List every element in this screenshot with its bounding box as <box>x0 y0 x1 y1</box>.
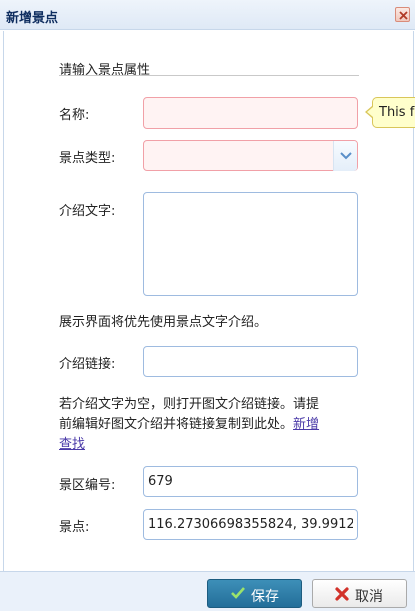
area-input-value: 679 <box>148 474 173 489</box>
type-select-dropdown-button[interactable] <box>333 141 357 171</box>
dialog-title: 新增景点 <box>6 11 59 26</box>
name-label: 名称: <box>59 108 90 123</box>
area-input[interactable]: 679 <box>143 466 358 497</box>
find-link[interactable]: 查找 <box>59 437 85 452</box>
cancel-button[interactable]: 取消 <box>312 579 407 608</box>
desc-note: 展示界面将优先使用景点文字介绍。 <box>59 315 268 330</box>
validation-tooltip: This f <box>372 97 415 128</box>
link-input[interactable] <box>143 346 358 377</box>
check-icon <box>231 587 245 599</box>
area-label: 景区编号: <box>59 478 116 493</box>
link-label: 介绍链接: <box>59 357 116 372</box>
link-note-line2-row: 前编辑好图文介绍并将链接复制到此处。新增 <box>59 415 369 435</box>
dialog-titlebar: 新增景点 <box>0 0 415 30</box>
tooltip-text: This f <box>379 105 415 120</box>
point-input-value: 116.27306698355824, 39.9912 <box>148 517 353 532</box>
save-button[interactable]: 保存 <box>207 579 302 608</box>
close-button[interactable] <box>395 7 410 22</box>
section-divider <box>59 75 359 76</box>
name-input[interactable] <box>143 97 358 129</box>
cancel-icon <box>335 587 349 601</box>
tooltip-arrow-inner <box>367 107 373 117</box>
point-label: 景点: <box>59 520 90 535</box>
desc-label: 介绍文字: <box>59 204 116 219</box>
chevron-down-icon <box>340 152 352 160</box>
cancel-button-label: 取消 <box>355 589 383 605</box>
point-input[interactable]: 116.27306698355824, 39.9912 <box>143 509 358 540</box>
dialog-footer: 保存 取消 <box>0 571 415 611</box>
link-note-line1: 若介绍文字为空，则打开图文介绍链接。请提 <box>59 397 320 412</box>
save-button-label: 保存 <box>251 589 279 605</box>
desc-textarea[interactable] <box>143 192 358 296</box>
link-note-line3-row: 查找 <box>59 435 369 455</box>
new-link[interactable]: 新增 <box>293 417 319 432</box>
link-note-line2: 前编辑好图文介绍并将链接复制到此处。 <box>59 417 294 432</box>
type-label: 景点类型: <box>59 151 116 166</box>
link-note: 若介绍文字为空，则打开图文介绍链接。请提 前编辑好图文介绍并将链接复制到此处。新… <box>59 395 369 455</box>
close-icon <box>399 11 408 20</box>
type-select[interactable] <box>143 140 358 171</box>
